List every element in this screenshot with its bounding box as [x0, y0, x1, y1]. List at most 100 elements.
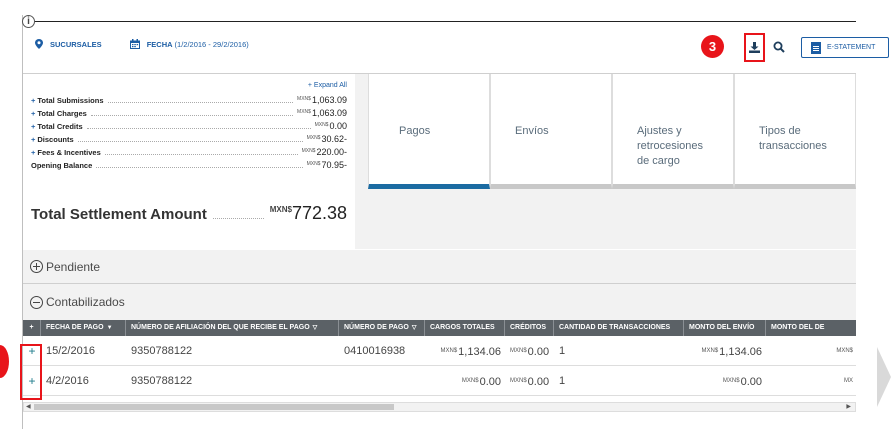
summary-row[interactable]: + Fees & Incentives MXN$220.00- — [31, 147, 347, 157]
currency-label: MXN$ — [306, 135, 321, 141]
expand-plus-icon: + — [31, 109, 36, 118]
cell-count: 1 — [559, 345, 566, 357]
location-pin-icon — [35, 39, 43, 49]
cell-last: MXN$ — [836, 348, 853, 354]
sort-down-icon: ▽ — [312, 325, 318, 331]
col-expand-all[interactable]: + — [23, 320, 41, 336]
col-payment-number[interactable]: NÚMERO DE PAGO ▽ — [339, 320, 425, 336]
col-last[interactable]: MONTO DEL DE — [766, 320, 856, 336]
cell-last: MX — [844, 378, 853, 384]
col-credits[interactable]: CRÉDITOS — [505, 320, 554, 336]
summary-amount: 1,063.09 — [311, 108, 347, 118]
date-label: FECHA — [146, 39, 173, 49]
col-label: MONTO DEL DE — [771, 324, 825, 331]
tab-pagos[interactable]: Pagos — [368, 74, 490, 189]
tab-envios[interactable]: Envíos — [490, 74, 612, 189]
estatement-button[interactable]: E-STATEMENT — [801, 37, 889, 58]
calendar-icon — [129, 39, 140, 49]
currency-label: MXN$ — [301, 148, 316, 154]
col-label: NÚMERO DE AFILIACIÓN DEL QUE RECIBE EL P… — [131, 324, 310, 331]
scroll-right-icon[interactable]: ▶ — [846, 403, 851, 411]
date-range: (1/2/2016 - 29/2/2016) — [174, 39, 249, 49]
top-divider — [22, 21, 856, 22]
col-label: CARGOS TOTALES — [430, 324, 495, 331]
cell-merchant: 9350788122 — [131, 375, 193, 387]
tab-label: Pagos — [399, 125, 431, 137]
pending-label: Pendiente — [46, 259, 101, 274]
summary-row[interactable]: + Total Credits MXN$0.00 — [31, 121, 347, 131]
posted-label: Contabilizados — [46, 295, 125, 309]
col-label: FECHA DE PAGO — [46, 324, 104, 331]
currency-label: MXN$ — [306, 161, 321, 167]
branches-filter[interactable]: SUCURSALES — [35, 39, 102, 49]
cell-merchant: 9350788122 — [131, 345, 193, 357]
download-button[interactable] — [744, 33, 765, 62]
summary-label: Opening Balance — [31, 161, 93, 170]
col-label: + — [29, 324, 34, 331]
total-settlement: Total Settlement Amount MXN$772.38 — [31, 203, 347, 224]
summary-label: Total Charges — [37, 109, 87, 118]
estatement-label: E-STATEMENT — [827, 44, 876, 51]
expand-plus-icon: + — [31, 135, 36, 144]
expand-circle-icon — [30, 260, 43, 273]
tab-label: Ajustes y retrocesiones de cargo — [637, 125, 704, 167]
cell-payment-number: 0410016938 — [344, 345, 406, 357]
col-label: CANTIDAD DE TRANSACCIONES — [559, 324, 671, 331]
sort-down-icon: ▼ — [106, 325, 113, 331]
callout-badge: 3 — [701, 35, 724, 58]
callout-badge-edge — [0, 345, 9, 378]
download-icon — [749, 42, 760, 53]
expand-plus-icon: + — [31, 122, 36, 131]
search-icon[interactable] — [773, 41, 785, 53]
cell-date: 4/2/2016 — [46, 375, 89, 387]
tab-ajustes[interactable]: Ajustes y retrocesiones de cargo — [612, 74, 734, 189]
summary-amount: 0.00 — [329, 121, 347, 131]
scroll-left-icon[interactable]: ◀ — [26, 403, 31, 411]
next-slide-arrow-icon[interactable] — [877, 347, 891, 407]
cell-charges: MXN$1,134.06 — [440, 346, 502, 358]
total-label: Total Settlement Amount — [31, 206, 207, 223]
cell-payment-number — [339, 367, 425, 396]
date-filter[interactable]: FECHA (1/2/2016 - 29/2/2016) — [129, 39, 249, 49]
collapse-circle-icon — [30, 295, 43, 309]
col-submission-amount[interactable]: MONTO DEL ENVÍO — [684, 320, 766, 336]
summary-label: Fees & Incentives — [37, 148, 101, 157]
document-icon — [811, 41, 821, 54]
expand-all-link[interactable]: + Expand All — [308, 82, 347, 89]
summary-label: Total Submissions — [37, 96, 104, 105]
col-merchant-number[interactable]: NÚMERO DE AFILIACIÓN DEL QUE RECIBE EL P… — [126, 320, 339, 336]
info-icon[interactable]: i — [22, 15, 35, 28]
currency-label: MXN$ — [314, 122, 329, 128]
sort-down-icon: ▽ — [411, 325, 417, 331]
scroll-thumb[interactable] — [34, 404, 394, 410]
tabs-container: Pagos Envíos Ajustes y retrocesiones de … — [355, 74, 856, 249]
summary-row[interactable]: + Discounts MXN$30.62- — [31, 134, 347, 144]
expand-plus-icon: + — [31, 96, 36, 105]
table-row[interactable]: + 15/2/2016 9350788122 0410016938 MXN$1,… — [23, 337, 856, 366]
summary-amount: 220.00- — [316, 147, 347, 157]
summary-row[interactable]: + Total Submissions MXN$1,063.09 — [31, 95, 347, 105]
summary-row: Opening Balance MXN$70.95- — [31, 160, 347, 170]
col-transaction-count[interactable]: CANTIDAD DE TRANSACCIONES — [554, 320, 684, 336]
cell-count: 1 — [559, 375, 566, 387]
summary-row[interactable]: + Total Charges MXN$1,063.09 — [31, 108, 347, 118]
col-payment-date[interactable]: FECHA DE PAGO ▼ — [41, 320, 126, 336]
total-amount: 772.38 — [291, 203, 347, 223]
posted-section[interactable]: Contabilizados — [23, 284, 856, 320]
pending-section[interactable]: Pendiente — [23, 250, 856, 283]
summary-amount: 1,063.09 — [311, 95, 347, 105]
filter-bar: SUCURSALES FECHA (1/2/2016 - 29/2/2016) — [35, 39, 277, 49]
col-total-charges[interactable]: CARGOS TOTALES — [425, 320, 505, 336]
table-header: + FECHA DE PAGO ▼ NÚMERO DE AFILIACIÓN DE… — [23, 320, 856, 336]
table-row[interactable]: + 4/2/2016 9350788122 MXN$0.00 MXN$0.00 … — [23, 367, 856, 396]
cell-credits: MXN$0.00 — [510, 346, 550, 358]
expand-plus-icon: + — [31, 148, 36, 157]
summary-amount: 30.62- — [321, 134, 347, 144]
col-label: MONTO DEL ENVÍO — [689, 324, 755, 331]
cell-submission: MXN$1,134.06 — [701, 346, 763, 358]
horizontal-scrollbar[interactable]: ◀ ▶ — [23, 402, 856, 412]
cell-credits: MXN$0.00 — [510, 376, 550, 388]
summary-label: Discounts — [37, 135, 74, 144]
tab-tipos-transacciones[interactable]: Tipos de transacciones — [734, 74, 856, 189]
summary-amount: 70.95- — [321, 160, 347, 170]
